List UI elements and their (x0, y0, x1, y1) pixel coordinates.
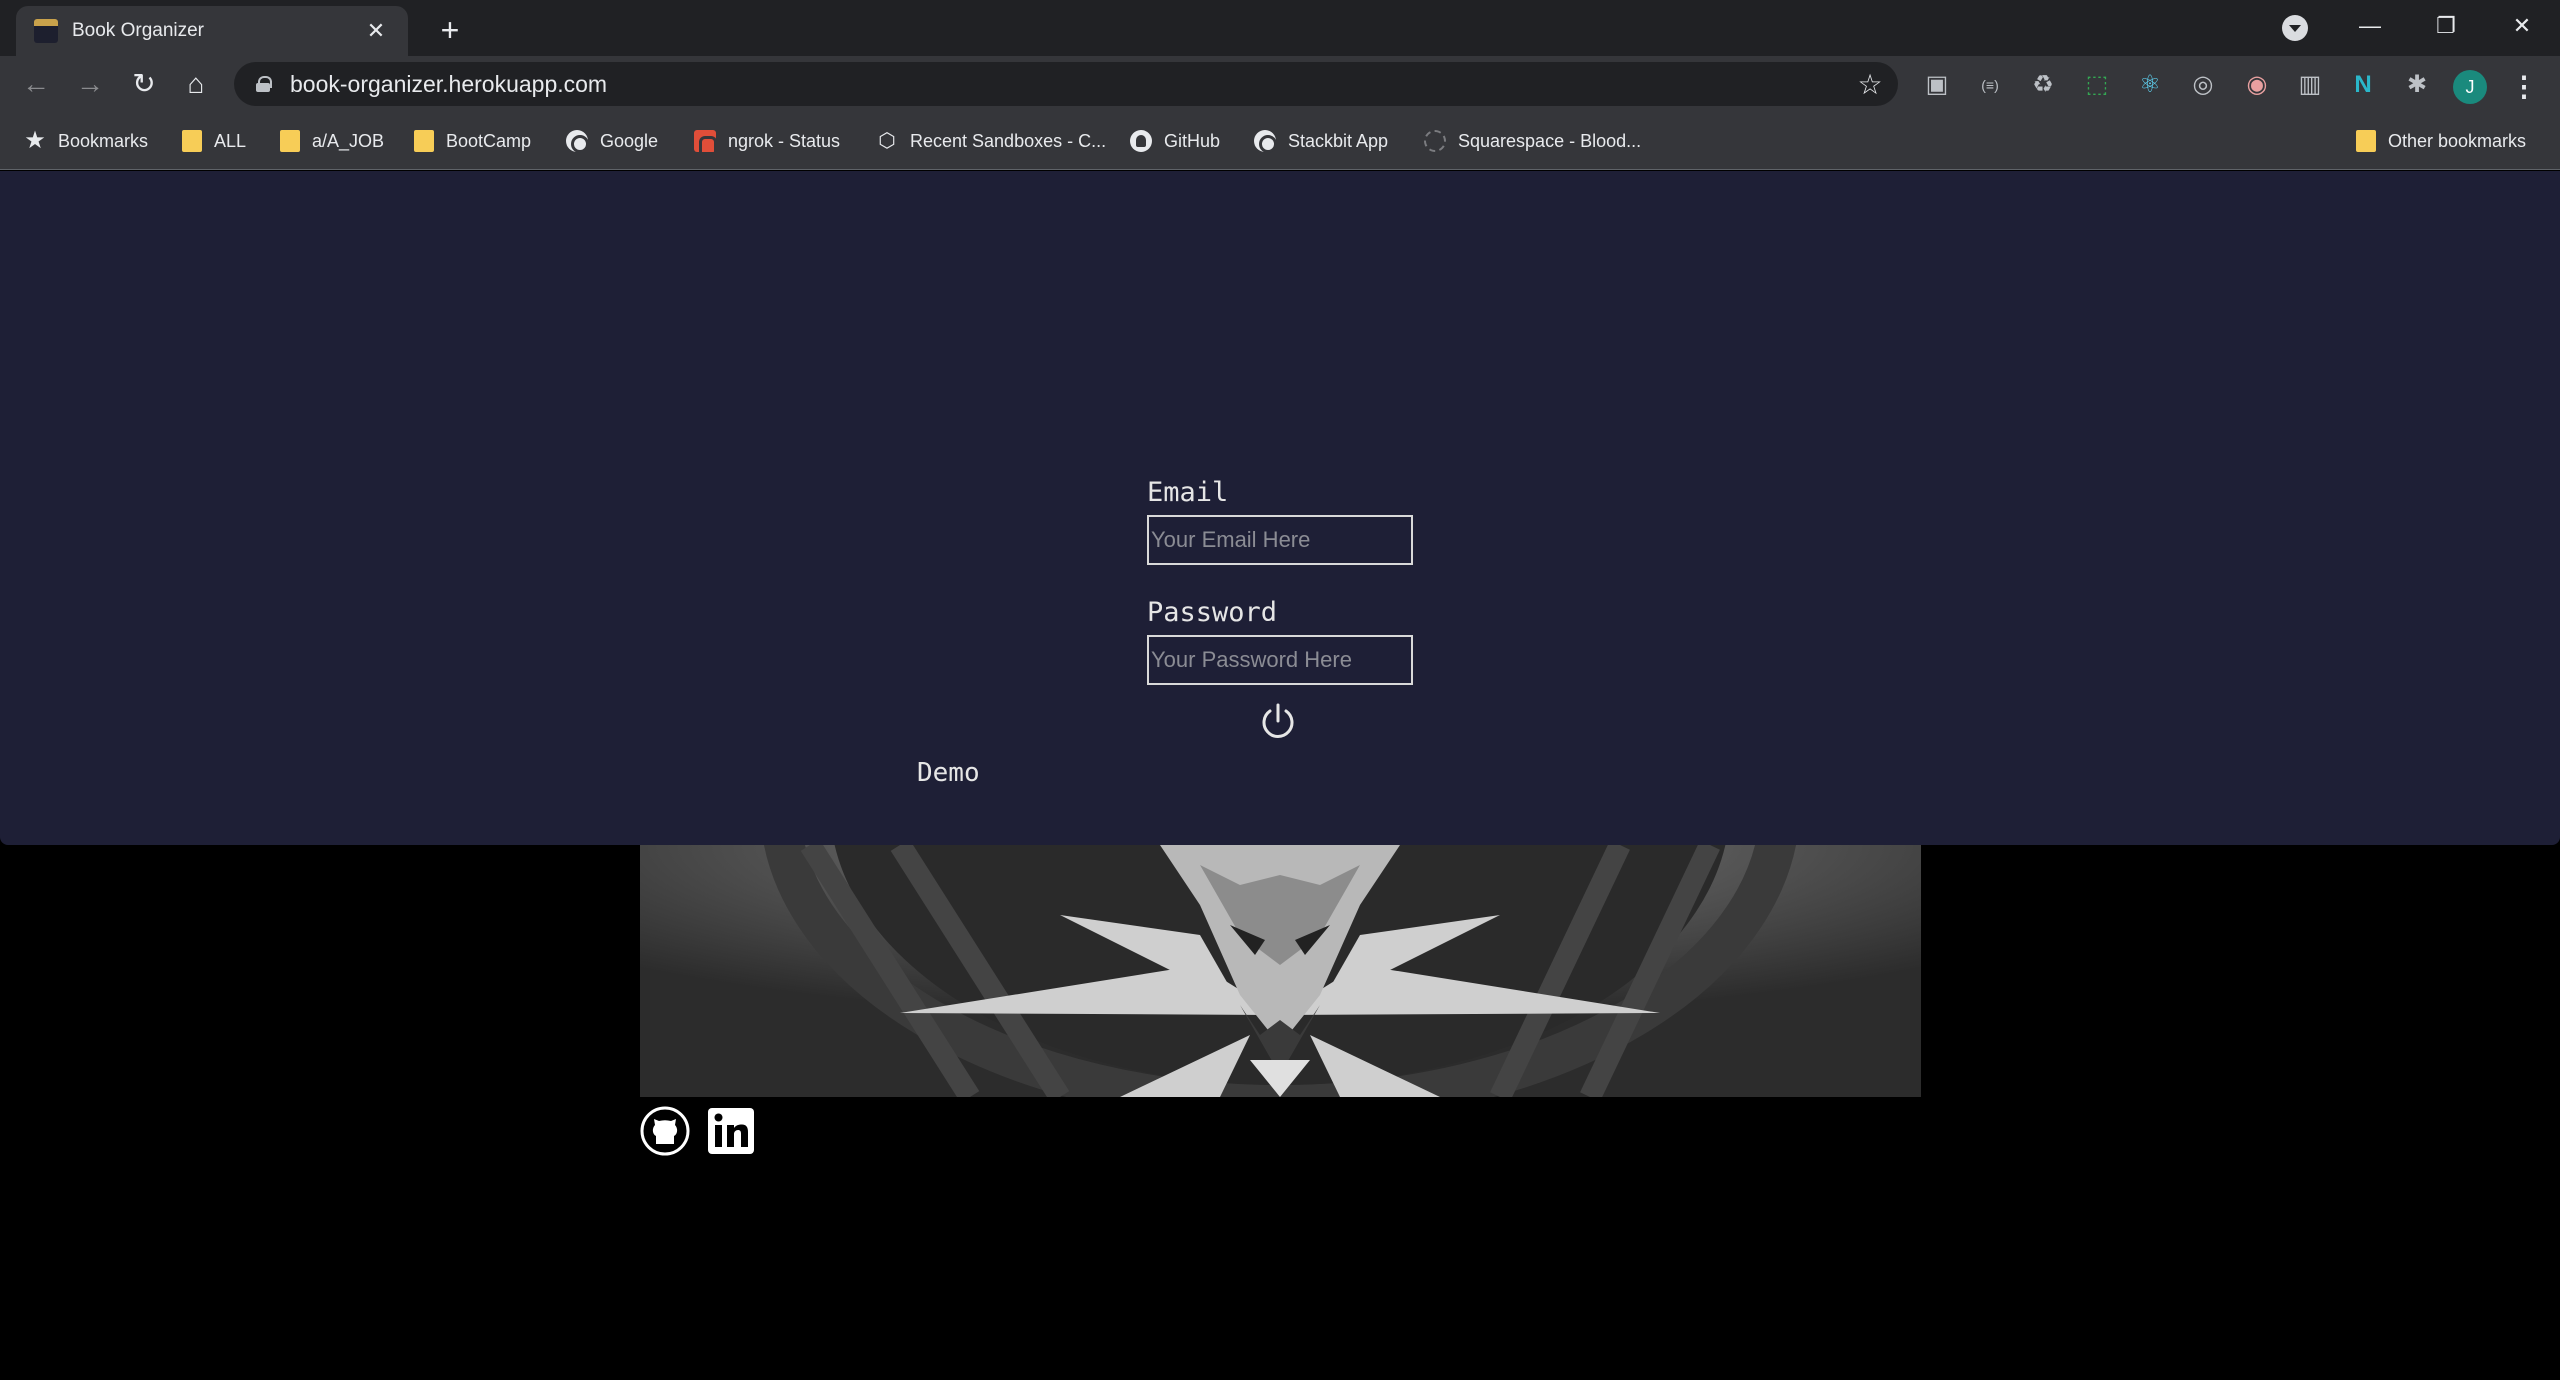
barcode-icon[interactable]: ▥ (2297, 72, 2323, 98)
new-tab-button[interactable]: + (432, 12, 468, 48)
bookmark-item[interactable]: Google (566, 126, 658, 156)
kebab-menu-icon[interactable]: ⋮ (2510, 70, 2538, 104)
bookmark-label: Google (600, 130, 659, 151)
bookmark-item[interactable]: ngrok - Status (694, 126, 840, 156)
folder-icon (182, 130, 202, 152)
folder-icon (280, 130, 300, 152)
minimize-button[interactable]: — (2340, 6, 2400, 46)
bookmark-item[interactable]: ★ Bookmarks (24, 126, 148, 156)
page-viewport: Email Password Demo (0, 171, 2560, 1380)
bookmark-label: BootCamp (446, 130, 532, 151)
linkedin-link[interactable] (706, 1106, 756, 1156)
demo-button[interactable]: Demo (917, 758, 980, 788)
wolf-medallion-image (640, 845, 1921, 1097)
bookmarks-bar: ★ Bookmarks ALL a/A_JOB BootCamp Google … (0, 112, 2560, 170)
screenshot-icon[interactable]: ⬚ (2084, 72, 2110, 98)
bookmark-label: Squarespace - Blood... (1458, 130, 1642, 151)
browser-tab[interactable]: Book Organizer ✕ (16, 6, 408, 56)
browser-toolbar: ← → ↻ ⌂ book-organizer.herokuapp.com ☆ ▣… (0, 56, 2560, 112)
bookmark-star-icon[interactable]: ☆ (1842, 68, 1898, 101)
close-window-button[interactable]: ✕ (2492, 6, 2552, 46)
bookmark-label: a/A_JOB (312, 130, 385, 151)
avatar[interactable]: J (2453, 70, 2487, 104)
squarespace-icon (1424, 130, 1446, 152)
forward-button[interactable]: → (72, 66, 108, 102)
password-label: Password (1147, 597, 1278, 628)
home-button[interactable]: ⌂ (178, 66, 214, 102)
brackets-icon[interactable]: (≡) (1977, 72, 2003, 98)
bookmark-label: Bookmarks (58, 130, 149, 151)
ngrok-icon (694, 130, 717, 155)
reload-button[interactable]: ↻ (126, 66, 162, 102)
globe-icon (566, 130, 589, 153)
color-picker-icon[interactable]: ◉ (2244, 72, 2270, 98)
n-icon[interactable]: N (2350, 72, 2376, 98)
github-link[interactable] (640, 1106, 690, 1156)
other-bookmarks-label: Other bookmarks (2388, 130, 2527, 151)
bookmark-label: Stackbit App (1288, 130, 1389, 151)
linkedin-icon (708, 1108, 754, 1154)
password-field[interactable] (1147, 635, 1413, 685)
bookmark-item[interactable]: a/A_JOB (280, 126, 384, 156)
bookmark-item[interactable]: Stackbit App (1254, 126, 1388, 156)
bookmark-label: ngrok - Status (728, 130, 841, 151)
book-favicon-icon (34, 19, 58, 43)
bookmark-label: GitHub (1164, 130, 1221, 151)
login-submit-button[interactable] (1258, 701, 1298, 741)
puzzle-icon[interactable]: ✱ (2404, 72, 2430, 98)
folder-icon (414, 130, 434, 152)
recycle-icon[interactable]: ♻ (2030, 72, 2056, 98)
power-icon (1262, 703, 1294, 738)
email-label: Email (1147, 477, 1229, 508)
tab-search-icon[interactable] (2282, 15, 2308, 41)
bookmark-item[interactable]: GitHub (1130, 126, 1220, 156)
restore-button[interactable]: ❐ (2416, 6, 2476, 46)
star-icon: ★ (24, 127, 46, 154)
github-icon (640, 1106, 690, 1156)
bookmark-label: ALL (214, 130, 247, 151)
email-field[interactable] (1147, 515, 1413, 565)
react-devtools-icon[interactable]: ⚛ (2137, 72, 2163, 98)
back-button[interactable]: ← (18, 66, 54, 102)
wolf-medallion-graphic (640, 845, 1921, 1097)
url-text[interactable]: book-organizer.herokuapp.com (290, 71, 1842, 98)
browser-tab-strip: Book Organizer ✕ + — ❐ ✕ (0, 0, 2560, 56)
tab-close-icon[interactable]: ✕ (362, 18, 390, 44)
address-bar[interactable]: book-organizer.herokuapp.com ☆ (234, 62, 1898, 106)
other-bookmarks[interactable]: Other bookmarks (2356, 126, 2526, 156)
bookmark-item[interactable]: Squarespace - Blood... (1424, 126, 1641, 156)
target-icon[interactable]: ◎ (2190, 72, 2216, 98)
screencast-icon[interactable]: ▣ (1924, 72, 1950, 98)
folder-icon (2356, 130, 2376, 152)
tab-title: Book Organizer (72, 20, 205, 41)
bookmark-item[interactable]: ALL (182, 126, 246, 156)
login-panel: Email Password Demo (0, 171, 2560, 845)
bookmark-item[interactable]: ⬡ Recent Sandboxes - C... (876, 126, 1106, 156)
globe-icon (1254, 130, 1277, 153)
bookmark-item[interactable]: BootCamp (414, 126, 531, 156)
bookmark-label: Recent Sandboxes - C... (910, 130, 1107, 151)
github-icon (1130, 130, 1152, 152)
cube-icon: ⬡ (878, 130, 896, 152)
lock-icon[interactable] (256, 76, 272, 92)
